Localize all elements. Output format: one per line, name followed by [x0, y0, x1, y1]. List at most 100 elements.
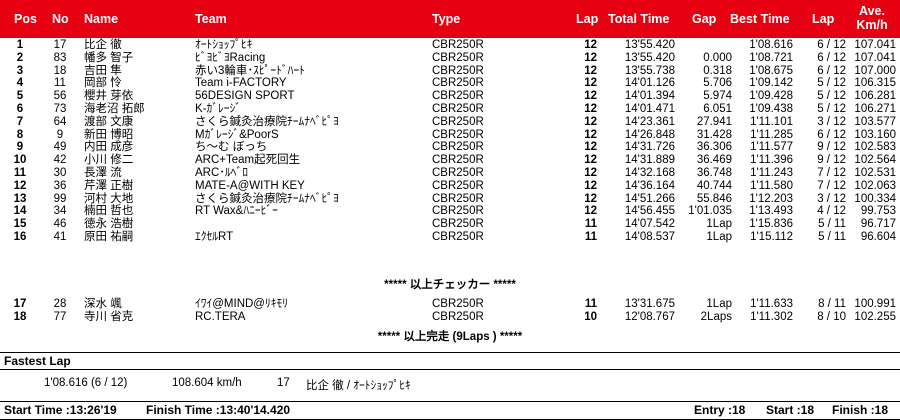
gap-cell: 36.748: [696, 166, 732, 179]
table-row: 12 36 芹澤 正樹 MATE-A@WITH KEY CBR250R 12 14'36.1…: [0, 180, 900, 193]
pos-cell: 17: [13, 298, 27, 310]
lap-cell: 12: [584, 115, 597, 128]
pos-cell: 2: [16, 51, 24, 64]
pos-cell: 14: [13, 205, 27, 218]
ave-speed-cell: 103.160: [854, 128, 896, 141]
best-time-cell: 1'11.577: [750, 141, 793, 154]
lap-cell: 12: [584, 64, 597, 77]
table-row: 17 28 深水 颯 ｲﾜｲ@MIND@ﾘｷﾓﾘ CBR250R 11 13'31.675 1…: [0, 298, 900, 311]
table-row: 13 99 河村 大地 さくら鍼灸治療院ﾁｰﾑﾅﾍﾞﾋﾟﾖ CBR250R 12 14'51…: [0, 193, 900, 206]
pos-cell: 15: [13, 218, 27, 231]
total-time-cell: 13'55.738: [624, 64, 675, 77]
ave-speed-cell: 107.000: [854, 64, 896, 77]
team-cell: ﾋﾞﾖﾋﾞﾖRacing: [195, 51, 266, 64]
gap-cell: 0.000: [703, 51, 732, 64]
table-row: 2 83 幡多 智子 ﾋﾞﾖﾋﾞﾖRacing CBR250R 12 13'55.420 0.…: [0, 52, 900, 65]
no-cell: 41: [53, 230, 67, 243]
header-lap: Lap: [576, 12, 599, 26]
best-lap-cell: 8 / 10: [817, 310, 846, 323]
name-cell: 河村 大地: [84, 192, 134, 205]
table-row: 6 73 海老沼 拓郎 K-ｶﾞﾚｰｼﾞ CBR250R 12 14'01.471 6.051…: [0, 103, 900, 116]
gap-cell: 40.744: [696, 179, 732, 192]
total-time-cell: 14'08.537: [624, 230, 675, 243]
pos-cell: 3: [16, 64, 24, 77]
table-row: 8 9 新田 博昭 Mｶﾞﾚｰｼﾞ&PoorS CBR250R 12 14'26.848 31…: [0, 129, 900, 142]
total-time-cell: 13'55.420: [624, 39, 675, 51]
table-row: 5 56 櫻井 芽依 56DESIGN SPORT CBR250R 12 14'01.394…: [0, 90, 900, 103]
table-row: 15 46 徳永 浩樹 CBR250R 11 14'07.542 1Lap 1'15.836 5…: [0, 218, 900, 231]
table-row: 9 49 内田 成彦 ち～む ぼっち CBR250R 12 14'31.726 36.306 1…: [0, 141, 900, 154]
team-cell: Team i-FACTORY: [195, 77, 287, 90]
pos-cell: 11: [13, 166, 27, 179]
gap-cell: 1Lap: [706, 230, 732, 243]
team-cell: 56DESIGN SPORT: [195, 90, 295, 103]
gap-cell: 1Lap: [706, 218, 732, 231]
fastest-lap-bar: Fastest Lap: [0, 352, 900, 370]
ave-speed-cell: 96.604: [860, 230, 896, 243]
start-count: Start :18: [766, 403, 815, 417]
type-cell: CBR250R: [432, 154, 484, 167]
type-cell: CBR250R: [432, 115, 484, 128]
lap-cell: 12: [584, 51, 597, 64]
name-cell: 内田 成彦: [84, 141, 134, 154]
total-time-cell: 14'31.726: [624, 141, 675, 154]
name-cell: 深水 颯: [84, 298, 122, 310]
total-time-cell: 14'07.542: [624, 218, 675, 231]
ave-speed-cell: 102.063: [854, 179, 896, 192]
best-lap-cell: 7 / 12: [817, 179, 846, 192]
name-cell: 岡部 怜: [84, 77, 122, 90]
lap-cell: 12: [584, 39, 597, 51]
header-team: Team: [195, 12, 227, 26]
gap-cell: 31.428: [696, 128, 732, 141]
no-cell: 99: [53, 192, 67, 205]
lap-cell: 12: [584, 192, 597, 205]
best-time-cell: 1'13.493: [749, 205, 793, 218]
best-time-cell: 1'11.580: [750, 179, 793, 192]
name-cell: 幡多 智子: [84, 51, 134, 64]
ave-speed-cell: 100.991: [854, 298, 896, 310]
best-time-cell: 1'11.396: [750, 154, 793, 167]
best-time-cell: 1'12.203: [749, 192, 793, 205]
gap-cell: 36.469: [696, 154, 732, 167]
start-time: Start Time :13:26'19: [4, 403, 117, 417]
best-time-cell: 1'11.302: [750, 310, 793, 323]
no-cell: 11: [54, 77, 66, 90]
ave-speed-cell: 99.753: [860, 205, 896, 218]
lap-cell: 12: [584, 77, 597, 90]
name-cell: 寺川 省克: [84, 310, 134, 323]
ave-speed-cell: 107.041: [854, 51, 896, 64]
lap-cell: 12: [584, 154, 597, 167]
name-cell: 渡部 文康: [84, 115, 134, 128]
best-lap-cell: 8 / 11: [818, 298, 846, 310]
pos-cell: 10: [13, 154, 27, 167]
gap-cell: 6.051: [703, 102, 732, 115]
table-row: 18 77 寺川 省克 RC.TERA CBR250R 10 12'08.767 2Laps 1…: [0, 311, 900, 324]
name-cell: 新田 博昭: [84, 128, 134, 141]
type-cell: CBR250R: [432, 192, 484, 205]
total-time-cell: 13'31.675: [624, 298, 675, 310]
results-table: 1 17 比企 徹ｵｰﾄｼｮｯﾌﾟﾋｷ CBR250R 12 13'55.420 1'08.…: [0, 39, 900, 244]
finish-time: Finish Time :13:40'14.420: [146, 403, 291, 417]
type-cell: CBR250R: [432, 141, 484, 154]
no-cell: 46: [53, 218, 67, 231]
gap-cell: 27.941: [696, 115, 732, 128]
no-cell: 56: [53, 90, 67, 103]
team-cell: さくら鍼灸治療院ﾁｰﾑﾅﾍﾞﾋﾟﾖ: [195, 192, 339, 205]
type-cell: CBR250R: [432, 39, 484, 51]
name-cell: 長澤 流: [84, 166, 122, 179]
total-time-cell: 14'01.471: [624, 102, 675, 115]
gap-cell: 36.306: [696, 141, 732, 154]
no-cell: 73: [53, 102, 67, 115]
gap-cell: 5.974: [703, 90, 732, 103]
header-best-lap: Lap: [812, 12, 835, 26]
total-time-cell: 14'51.266: [624, 192, 675, 205]
type-cell: CBR250R: [432, 205, 484, 218]
name-cell: 海老沼 拓郎: [84, 102, 145, 115]
ave-speed-cell: 100.334: [854, 192, 896, 205]
no-cell: 42: [53, 154, 67, 167]
team-cell: K-ｶﾞﾚｰｼﾞ: [195, 102, 241, 115]
fastest-lap-label: Fastest Lap: [4, 354, 71, 368]
best-lap-cell: 6 / 12: [817, 51, 846, 64]
best-time-cell: 1'11.633: [750, 298, 793, 310]
pos-cell: 7: [16, 115, 24, 128]
